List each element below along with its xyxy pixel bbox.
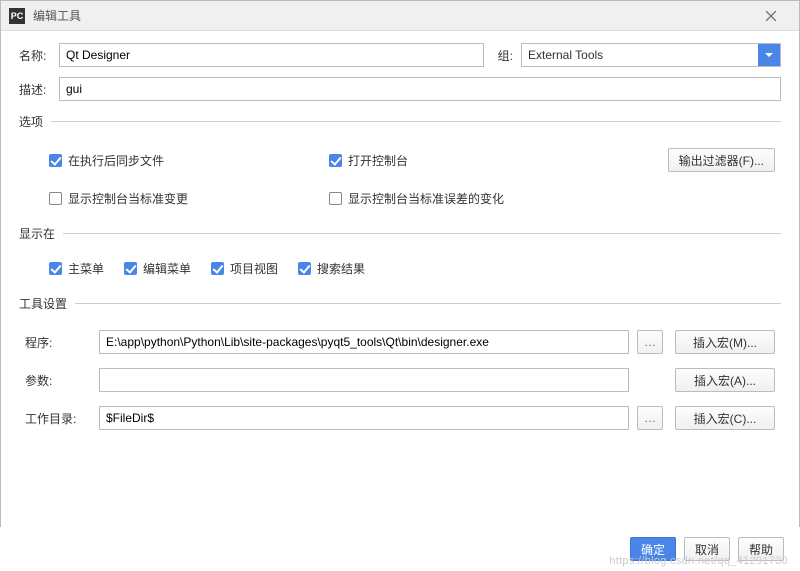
close-icon[interactable] (751, 2, 791, 30)
name-input[interactable] (59, 43, 484, 67)
options-legend: 选项 (19, 113, 51, 130)
program-label: 程序: (25, 334, 91, 351)
open-console-checkbox[interactable]: 打开控制台 (329, 152, 609, 169)
open-console-label: 打开控制台 (348, 152, 408, 169)
search-results-box[interactable] (298, 262, 311, 275)
workdir-label: 工作目录: (25, 410, 91, 427)
main-menu-label: 主菜单 (68, 260, 104, 277)
group-select[interactable]: External Tools (521, 43, 781, 67)
show-stderr-change-box[interactable] (329, 192, 342, 205)
description-row: 描述: (19, 77, 781, 101)
workdir-input[interactable] (99, 406, 629, 430)
show-in-fieldset: 显示在 主菜单 编辑菜单 项目视图 搜索结果 (19, 225, 781, 283)
program-macro-button[interactable]: 插入宏(M)... (675, 330, 775, 354)
search-results-checkbox[interactable]: 搜索结果 (298, 260, 365, 277)
titlebar: PC 编辑工具 (1, 1, 799, 31)
output-filter-button[interactable]: 输出过滤器(F)... (668, 148, 775, 172)
show-std-change-checkbox[interactable]: 显示控制台当标准变更 (49, 190, 329, 207)
name-label: 名称: (19, 47, 53, 64)
params-macro-button[interactable]: 插入宏(A)... (675, 368, 775, 392)
group-label: 组: (498, 47, 513, 64)
dialog-footer: 确定 取消 帮助 (0, 527, 800, 571)
group-value: External Tools (522, 48, 758, 62)
app-icon: PC (9, 8, 25, 24)
window-title: 编辑工具 (33, 7, 751, 24)
description-input[interactable] (59, 77, 781, 101)
open-console-box[interactable] (329, 154, 342, 167)
cancel-button[interactable]: 取消 (684, 537, 730, 561)
search-results-label: 搜索结果 (317, 260, 365, 277)
ok-button[interactable]: 确定 (630, 537, 676, 561)
sync-after-exec-label: 在执行后同步文件 (68, 152, 164, 169)
params-label: 参数: (25, 372, 91, 389)
sync-after-exec-box[interactable] (49, 154, 62, 167)
options-fieldset: 选项 在执行后同步文件 打开控制台 输出过滤器(F)... 显示控制台当标准变更… (19, 113, 781, 213)
dialog-content: 名称: 组: External Tools 描述: 选项 在执行后同步文件 打开… (1, 31, 799, 446)
tool-settings-fieldset: 工具设置 程序: … 插入宏(M)... 参数: 插入宏(A)... 工作目录:… (19, 295, 781, 436)
edit-menu-label: 编辑菜单 (143, 260, 191, 277)
sync-after-exec-checkbox[interactable]: 在执行后同步文件 (49, 152, 329, 169)
edit-menu-checkbox[interactable]: 编辑菜单 (124, 260, 191, 277)
show-stderr-change-checkbox[interactable]: 显示控制台当标准误差的变化 (329, 190, 609, 207)
edit-menu-box[interactable] (124, 262, 137, 275)
description-label: 描述: (19, 81, 53, 98)
show-stderr-change-label: 显示控制台当标准误差的变化 (348, 190, 504, 207)
project-view-box[interactable] (211, 262, 224, 275)
params-input[interactable] (99, 368, 629, 392)
show-std-change-box[interactable] (49, 192, 62, 205)
project-view-checkbox[interactable]: 项目视图 (211, 260, 278, 277)
tool-settings-legend: 工具设置 (19, 295, 75, 312)
show-std-change-label: 显示控制台当标准变更 (68, 190, 188, 207)
help-button[interactable]: 帮助 (738, 537, 784, 561)
program-input[interactable] (99, 330, 629, 354)
chevron-down-icon[interactable] (758, 44, 780, 66)
main-menu-checkbox[interactable]: 主菜单 (49, 260, 104, 277)
workdir-browse-button[interactable]: … (637, 406, 663, 430)
show-in-legend: 显示在 (19, 225, 63, 242)
name-group-row: 名称: 组: External Tools (19, 43, 781, 67)
program-browse-button[interactable]: … (637, 330, 663, 354)
main-menu-box[interactable] (49, 262, 62, 275)
workdir-macro-button[interactable]: 插入宏(C)... (675, 406, 775, 430)
project-view-label: 项目视图 (230, 260, 278, 277)
